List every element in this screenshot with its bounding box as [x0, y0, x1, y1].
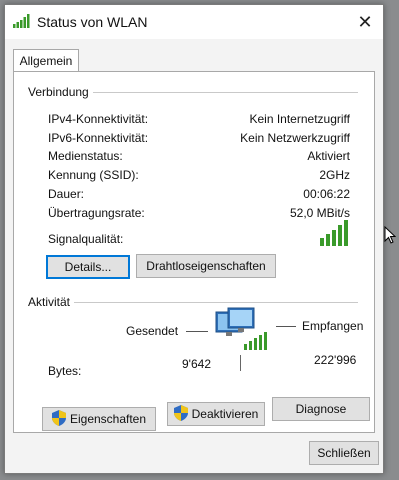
media-status-label: Medienstatus: [48, 149, 123, 163]
bytes-separator [240, 355, 241, 371]
close-button[interactable]: Schließen [309, 441, 379, 465]
network-computers-icon [214, 306, 268, 357]
activity-group-label: Aktivität [28, 295, 75, 309]
details-button-label: Details... [64, 260, 112, 274]
ssid-value: 2GHz [319, 168, 350, 182]
sent-line [186, 331, 208, 332]
shield-icon [173, 404, 188, 424]
window-title: Status von WLAN [37, 14, 148, 30]
wifi-signal-icon [13, 14, 31, 33]
media-status-value: Aktiviert [307, 149, 350, 163]
diagnose-button[interactable]: Diagnose [272, 397, 370, 421]
speed-value: 52,0 MBit/s [289, 206, 350, 220]
received-line [276, 326, 296, 327]
tab-allgemein[interactable]: Allgemein [13, 49, 79, 72]
general-panel: Verbindung IPv4-Konnektivität: Kein Inte… [13, 71, 375, 433]
received-label: Empfangen [302, 319, 364, 333]
bytes-label: Bytes: [48, 364, 82, 378]
close-icon[interactable]: ✕ [351, 9, 379, 35]
signal-strength-icon [320, 220, 350, 251]
duration-label: Dauer: [48, 187, 85, 201]
disable-button-label: Deaktivieren [191, 407, 259, 421]
disable-button[interactable]: Deaktivieren [167, 402, 265, 426]
bytes-received-value: 222'996 [314, 353, 357, 367]
diagnose-button-label: Diagnose [295, 402, 347, 416]
ipv6-label: IPv6-Konnektivität: [48, 131, 149, 145]
ssid-label: Kennung (SSID): [48, 168, 139, 182]
properties-button[interactable]: Eigenschaften [42, 407, 156, 431]
activity-divider [28, 302, 358, 303]
shield-icon [51, 409, 66, 429]
status-dialog: Status von WLAN ✕ Allgemein Verbindung I… [4, 4, 384, 474]
mouse-cursor-icon [384, 225, 397, 249]
wireless-properties-label: Drahtloseigenschaften [146, 259, 266, 273]
ipv4-value: Kein Internetzugriff [249, 112, 350, 126]
sent-label: Gesendet [126, 324, 179, 338]
duration-value: 00:06:22 [303, 187, 350, 201]
speed-label: Übertragungsrate: [48, 206, 145, 220]
wireless-properties-button[interactable]: Drahtloseigenschaften [136, 254, 276, 278]
title-bar: Status von WLAN ✕ [5, 5, 383, 39]
close-button-label: Schließen [317, 446, 371, 460]
bytes-sent-value: 9'642 [182, 357, 211, 371]
ipv4-label: IPv4-Konnektivität: [48, 112, 149, 126]
details-button[interactable]: Details... [46, 255, 130, 279]
signal-quality-label: Signalqualität: [48, 232, 124, 246]
connection-group-label: Verbindung [28, 85, 93, 99]
properties-button-label: Eigenschaften [69, 412, 147, 426]
ipv6-value: Kein Netzwerkzugriff [240, 131, 350, 145]
